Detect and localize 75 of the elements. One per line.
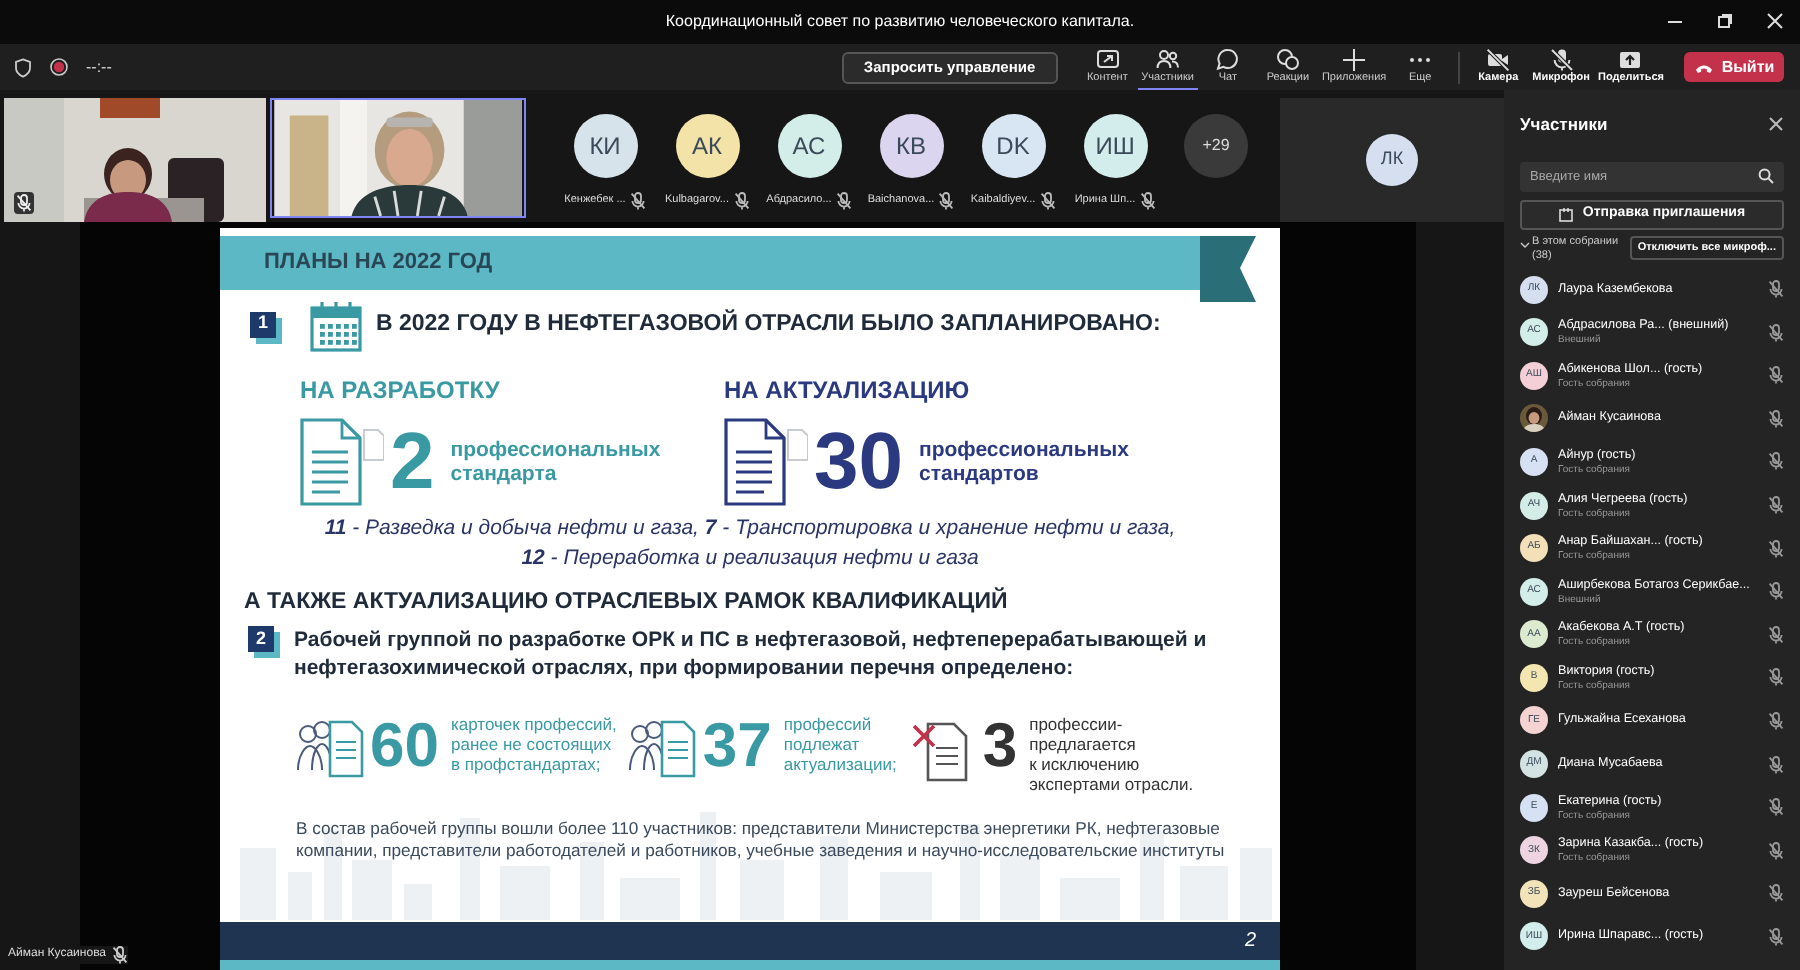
stat-number: 60 bbox=[370, 714, 439, 779]
plan-number: 30 bbox=[814, 422, 903, 502]
muted-mic-icon bbox=[835, 192, 852, 210]
section-text: Рабочей группой по разработке ОРК и ПС в нефтегазовой, нефтеперерабатывающей и нефтегазохимической отраслях, при формировании перечня определено: bbox=[294, 626, 1209, 683]
footer-text: В состав рабочей группы вошли более 110 участников: представители Министерства энергетики РК, нефтегазовые компании, представители работодателей и работников, учебные заведения и научно-исследовательские институты bbox=[294, 818, 1227, 863]
stat-text: карточек профессий, ранее не состоящих в профстандартах; bbox=[450, 714, 617, 775]
muted-mic-icon bbox=[1768, 582, 1784, 601]
muted-mic-icon bbox=[1768, 323, 1784, 342]
muted-mic-icon bbox=[1768, 409, 1784, 428]
document-icon bbox=[300, 418, 384, 506]
detail-text: 12 - Переработка и реализация нефти и газа bbox=[521, 544, 979, 574]
stat-number: 37 bbox=[702, 714, 772, 779]
people-icon bbox=[1155, 47, 1180, 71]
section-number: 2 bbox=[248, 626, 274, 653]
plus-icon bbox=[1342, 48, 1367, 72]
chat-icon bbox=[1215, 48, 1240, 72]
slide-header: ПЛАНЫ НА 2022 ГОД bbox=[220, 236, 1200, 290]
muted-mic-icon bbox=[1768, 539, 1784, 558]
muted-mic-icon bbox=[1768, 625, 1784, 644]
avatar: АК bbox=[675, 114, 739, 178]
avatar: DK bbox=[981, 114, 1045, 178]
plan-text: профессиональных стандартов bbox=[919, 438, 1131, 486]
avatar: ЛК bbox=[1366, 134, 1418, 186]
muted-mic-icon bbox=[1139, 192, 1156, 210]
calendar-icon bbox=[1558, 206, 1575, 223]
muted-mic-icon bbox=[938, 192, 955, 210]
ribbon-tail-drawing bbox=[1200, 236, 1256, 302]
muted-mic-icon bbox=[1768, 366, 1784, 385]
close-icon[interactable] bbox=[1768, 116, 1784, 133]
document-icon bbox=[724, 418, 808, 506]
shield-icon bbox=[14, 57, 32, 77]
avatar: АС bbox=[777, 114, 841, 178]
calendar-icon bbox=[310, 300, 362, 352]
muted-mic-icon bbox=[1768, 884, 1784, 903]
muted-mic-icon bbox=[1768, 755, 1784, 774]
people-document-icon bbox=[628, 718, 697, 779]
more-participants-badge[interactable]: +29 bbox=[1184, 114, 1248, 178]
muted-mic-icon bbox=[1768, 841, 1784, 860]
stat-text: профессии- предлагается к исключению экспертами отрасли. bbox=[1029, 714, 1194, 795]
leave-button[interactable]: Выйти bbox=[1684, 52, 1784, 82]
slide-footer-bar: 2 bbox=[220, 922, 1280, 960]
muted-mic-icon bbox=[1768, 927, 1784, 946]
panel-title: Участники bbox=[1520, 112, 1608, 138]
section-title: В 2022 ГОДУ В НЕФТЕГАЗОВОЙ ОТРАСЛИ БЫЛО ЗАПЛАНИРОВАНО: bbox=[376, 308, 1161, 341]
stat-number: 3 bbox=[982, 714, 1018, 779]
muted-mic-icon bbox=[733, 192, 749, 210]
window-title: Координационный совет по развитию человеческого капитала. bbox=[665, 10, 1135, 34]
meeting-timer: --:-- bbox=[86, 55, 112, 79]
muted-mic-icon bbox=[1768, 798, 1784, 817]
plan-heading: НА РАЗРАБОТКУ bbox=[300, 374, 502, 408]
avatar: КИ bbox=[573, 114, 637, 178]
section-number: 1 bbox=[250, 311, 276, 337]
muted-mic-icon bbox=[1768, 711, 1784, 730]
slide-subtitle: А ТАКЖЕ АКТУАЛИЗАЦИЮ ОТРАСЛЕВЫХ РАМОК КВАЛИФИКАЦИЙ bbox=[242, 586, 1010, 618]
detail-text: 11 - Разведка и добыча нефти и газа, 7 - Транспортировка и хранение нефти и газа, bbox=[324, 514, 1176, 544]
close-icon[interactable] bbox=[1766, 12, 1784, 30]
avatar: ИШ bbox=[1083, 114, 1147, 178]
people-document-icon bbox=[296, 718, 364, 779]
stat-text: профессий подлежат актуализации; bbox=[783, 714, 897, 775]
muted-mic-icon bbox=[1768, 668, 1784, 687]
muted-mic-icon bbox=[1039, 192, 1056, 210]
plan-number: 2 bbox=[390, 422, 435, 502]
plan-text: профессиональных стандарта bbox=[450, 438, 663, 486]
avatar: КВ bbox=[879, 114, 943, 178]
search-icon bbox=[1758, 168, 1774, 185]
muted-mic-icon bbox=[1768, 452, 1784, 471]
plan-heading: НА АКТУАЛИЗАЦИЮ bbox=[724, 374, 972, 408]
muted-mic-icon bbox=[1768, 496, 1784, 515]
muted-mic-icon bbox=[112, 946, 129, 964]
muted-mic-icon bbox=[1768, 280, 1784, 299]
chevron-icon bbox=[1520, 239, 1530, 250]
restore-icon[interactable] bbox=[1716, 12, 1734, 30]
screen-icon bbox=[1095, 48, 1120, 72]
phone-icon bbox=[1693, 61, 1714, 73]
muted-mic-icon bbox=[629, 192, 646, 210]
